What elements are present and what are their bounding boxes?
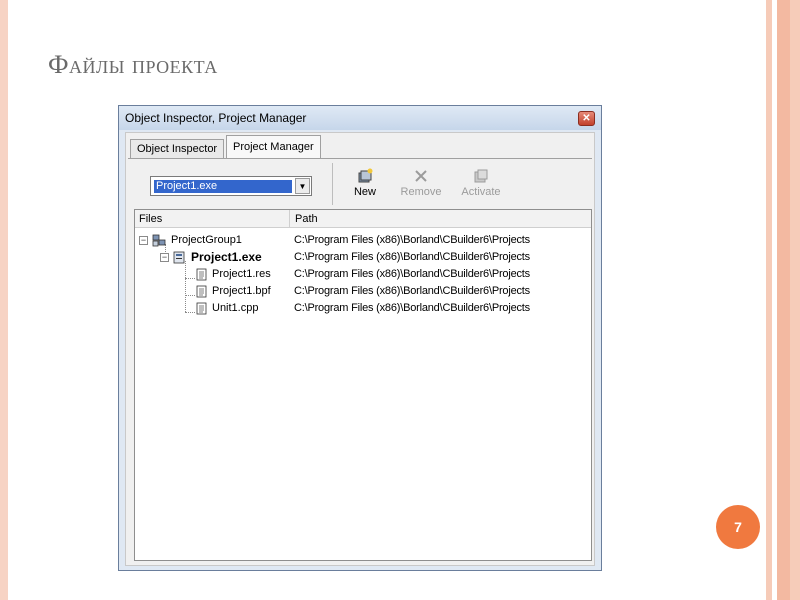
tab-object-inspector[interactable]: Object Inspector bbox=[130, 139, 225, 158]
new-button-label: New bbox=[353, 186, 376, 198]
remove-button[interactable]: Remove bbox=[396, 168, 446, 204]
file-name: Unit1.cpp bbox=[212, 302, 259, 314]
new-button[interactable]: New bbox=[340, 168, 390, 204]
file-name: Project1.res bbox=[212, 268, 271, 280]
list-header: Files Path bbox=[135, 210, 591, 228]
tab-project-manager[interactable]: Project Manager bbox=[226, 135, 321, 158]
file-name: ProjectGroup1 bbox=[171, 234, 242, 246]
document-icon bbox=[195, 285, 207, 298]
remove-icon bbox=[396, 168, 446, 186]
slide-title: Файлы проекта bbox=[48, 50, 218, 79]
list-item[interactable]: Project1.res C:\Program Files (x86)\Borl… bbox=[135, 266, 591, 283]
collapse-toggle[interactable]: − bbox=[160, 253, 169, 262]
project-tree-list[interactable]: Files Path − ProjectGroup1 C:\Program Fi… bbox=[134, 209, 592, 561]
list-item[interactable]: − Project1.exe C:\Program Files (x86)\Bo… bbox=[135, 249, 591, 266]
file-path: C:\Program Files (x86)\Borland\CBuilder6… bbox=[294, 268, 530, 280]
window-titlebar[interactable]: Object Inspector, Project Manager ✕ bbox=[119, 106, 601, 130]
file-name: Project1.bpf bbox=[212, 285, 271, 297]
column-divider[interactable] bbox=[289, 210, 290, 228]
project-group-icon bbox=[152, 234, 166, 247]
file-path: C:\Program Files (x86)\Borland\CBuilder6… bbox=[294, 302, 530, 314]
remove-button-label: Remove bbox=[400, 186, 442, 198]
file-path: C:\Program Files (x86)\Borland\CBuilder6… bbox=[294, 285, 530, 297]
close-button[interactable]: ✕ bbox=[578, 111, 595, 126]
window-title: Object Inspector, Project Manager bbox=[125, 111, 307, 125]
toolbar-separator bbox=[332, 163, 333, 205]
chevron-down-icon[interactable]: ▼ bbox=[295, 178, 310, 194]
column-header-path[interactable]: Path bbox=[295, 213, 318, 225]
right-decoration-edge bbox=[790, 0, 800, 600]
project-select-value: Project1.exe bbox=[154, 180, 292, 193]
project-icon bbox=[173, 251, 185, 264]
new-project-icon bbox=[340, 168, 390, 186]
file-name: Project1.exe bbox=[191, 250, 262, 264]
document-icon bbox=[195, 302, 207, 315]
list-item[interactable]: − ProjectGroup1 C:\Program Files (x86)\B… bbox=[135, 232, 591, 249]
project-select[interactable]: Project1.exe ▼ bbox=[150, 176, 312, 196]
activate-button-label: Activate bbox=[461, 186, 501, 198]
file-path: C:\Program Files (x86)\Borland\CBuilder6… bbox=[294, 234, 530, 246]
list-item[interactable]: Project1.bpf C:\Program Files (x86)\Borl… bbox=[135, 283, 591, 300]
activate-button[interactable]: Activate bbox=[456, 168, 506, 204]
window-client-area: Object Inspector Project Manager Project… bbox=[125, 132, 595, 566]
left-decoration-stripe bbox=[0, 0, 8, 600]
list-item[interactable]: Unit1.cpp C:\Program Files (x86)\Borland… bbox=[135, 300, 591, 317]
page-number-badge: 7 bbox=[716, 505, 760, 549]
activate-icon bbox=[456, 168, 506, 186]
project-manager-window: Object Inspector, Project Manager ✕ Obje… bbox=[118, 105, 602, 571]
document-icon bbox=[195, 268, 207, 281]
collapse-toggle[interactable]: − bbox=[139, 236, 148, 245]
column-header-files[interactable]: Files bbox=[139, 213, 162, 225]
file-path: C:\Program Files (x86)\Borland\CBuilder6… bbox=[294, 251, 530, 263]
